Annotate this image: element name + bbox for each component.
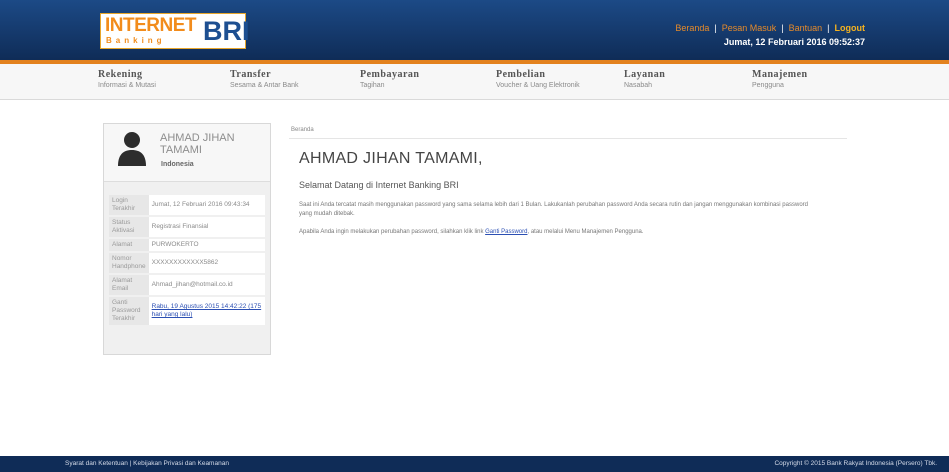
table-row: Alamat Email Ahmad_jihan@hotmail.co.id [109, 275, 265, 295]
footer: Syarat dan Ketentuan | Kebijakan Privasi… [0, 456, 949, 472]
nav-subtitle: Informasi & Mutasi [98, 82, 156, 89]
info-value: Registrasi Finansial [148, 217, 265, 237]
info-key: Alamat [109, 239, 149, 251]
ganti-password-link[interactable]: Ganti Password [485, 229, 527, 235]
divider [289, 138, 847, 139]
greeting-title: AHMAD JIHAN TAMAMI, [299, 150, 483, 167]
nav-subtitle: Pengguna [752, 82, 784, 89]
logout-link[interactable]: Logout [835, 23, 866, 33]
instruction-text: , atau melalui Menu Manajemen Pengguna. [527, 229, 644, 235]
logo-banking-text: Banking [106, 36, 166, 45]
nav-item-layanan[interactable]: Layanan Nasabah [624, 69, 665, 89]
nav-subtitle: Voucher & Uang Elektronik [496, 82, 580, 89]
user-avatar-icon [118, 132, 146, 166]
table-row: Alamat PURWOKERTO [109, 239, 265, 251]
nav-subtitle: Tagihan [360, 82, 385, 89]
nav-title: Transfer [230, 69, 272, 80]
beranda-link[interactable]: Beranda [675, 23, 709, 33]
pesan-masuk-link[interactable]: Pesan Masuk [722, 23, 777, 33]
nav-title: Manajemen [752, 69, 808, 80]
breadcrumb[interactable]: Beranda [291, 127, 314, 133]
info-key: Login Terakhir [109, 195, 149, 215]
bri-logo[interactable]: INTERNET Banking BRI [100, 13, 250, 49]
main-nav: Rekening Informasi & Mutasi Transfer Ses… [0, 60, 949, 100]
profile-name: AHMAD JIHAN TAMAMI [160, 132, 235, 156]
profile-panel: AHMAD JIHAN TAMAMI Indonesia Login Terak… [103, 123, 271, 355]
profile-info-table: Login Terakhir Jumat, 12 Februari 2016 0… [109, 193, 265, 327]
profile-header: AHMAD JIHAN TAMAMI Indonesia [104, 124, 270, 182]
info-key: Alamat Email [109, 275, 149, 295]
info-value: PURWOKERTO [148, 239, 265, 251]
info-key: Ganti Password Terakhir [109, 297, 149, 325]
footer-links[interactable]: Syarat dan Ketentuan | Kebijakan Privasi… [65, 460, 229, 467]
welcome-text: Selamat Datang di Internet Banking BRI [299, 180, 459, 190]
top-links: Beranda | Pesan Masuk | Bantuan | Logout [675, 23, 865, 33]
profile-country: Indonesia [161, 161, 194, 168]
table-row: Nomor Handphone XXXXXXXXXXXX5862 [109, 253, 265, 273]
password-notice: Saat ini Anda tercatat masih menggunakan… [299, 202, 808, 217]
separator: | [827, 23, 830, 33]
nav-item-rekening[interactable]: Rekening Informasi & Mutasi [98, 69, 156, 89]
copyright-text: Copyright © 2015 Bank Rakyat Indonesia (… [774, 460, 937, 467]
table-row: Login Terakhir Jumat, 12 Februari 2016 0… [109, 195, 265, 215]
current-datetime: Jumat, 12 Februari 2016 09:52:37 [723, 37, 865, 47]
nav-title: Pembayaran [360, 69, 420, 80]
header: INTERNET Banking BRI Beranda | Pesan Masuk… [0, 0, 949, 60]
instruction-text: Apabila Anda ingin melakukan perubahan p… [299, 229, 486, 235]
info-key: Status Aktivasi [109, 217, 149, 237]
nav-title: Layanan [624, 69, 666, 80]
password-change-link[interactable]: Rabu, 19 Agustus 2015 14:42:22 (175 hari… [152, 303, 262, 318]
nav-item-pembelian[interactable]: Pembelian Voucher & Uang Elektronik [496, 69, 580, 89]
info-key: Nomor Handphone [109, 253, 149, 273]
separator: | [781, 23, 784, 33]
info-value-cell: Rabu, 19 Agustus 2015 14:42:22 (175 hari… [148, 297, 265, 325]
separator: | [714, 23, 717, 33]
info-value: XXXXXXXXXXXX5862 [148, 253, 265, 273]
nav-title: Pembelian [496, 69, 546, 80]
nav-subtitle: Sesama & Antar Bank [230, 82, 299, 89]
bantuan-link[interactable]: Bantuan [789, 23, 823, 33]
nav-item-manajemen[interactable]: Manajemen Pengguna [752, 69, 808, 89]
nav-subtitle: Nasabah [624, 82, 653, 89]
info-value: Jumat, 12 Februari 2016 09:43:34 [148, 195, 265, 215]
nav-item-transfer[interactable]: Transfer Sesama & Antar Bank [230, 69, 298, 89]
logo-bri-text: BRI [203, 16, 250, 46]
info-value: Ahmad_jihan@hotmail.co.id [148, 275, 265, 295]
nav-title: Rekening [98, 69, 143, 80]
table-row: Ganti Password Terakhir Rabu, 19 Agustus… [109, 297, 265, 325]
logo-internet-text: INTERNET [105, 15, 197, 36]
table-row: Status Aktivasi Registrasi Finansial [109, 217, 265, 237]
nav-item-pembayaran[interactable]: Pembayaran Tagihan [360, 69, 419, 89]
password-instruction: Apabila Anda ingin melakukan perubahan p… [299, 228, 839, 237]
